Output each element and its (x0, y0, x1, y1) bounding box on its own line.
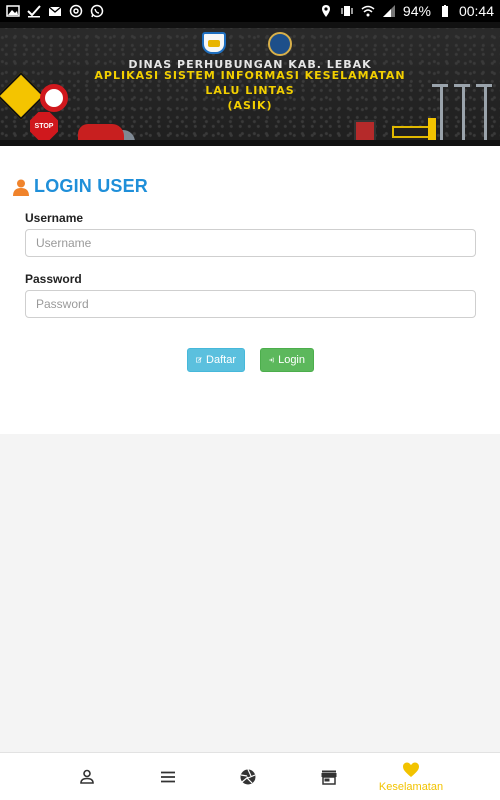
location-icon (319, 4, 333, 18)
whatsapp-icon (90, 4, 104, 18)
road-barrier-illustration (392, 126, 430, 138)
register-button-label: Daftar (206, 354, 236, 366)
nav-store[interactable] (308, 753, 350, 800)
heart-icon (403, 762, 419, 777)
banner-border-top (0, 22, 500, 28)
status-bar: 94% 00:44 (0, 0, 500, 22)
at-sign-icon (69, 4, 83, 18)
gallery-icon (6, 4, 20, 18)
sign-in-icon (269, 357, 274, 363)
login-heading: LOGIN USER (12, 176, 148, 197)
battery-percentage: 94% (402, 3, 431, 19)
dishub-logo (268, 32, 292, 56)
checkmark-icon (27, 4, 41, 18)
wifi-icon (361, 4, 375, 18)
kabupaten-logo (202, 32, 226, 54)
menu-icon (161, 771, 175, 783)
nav-menu[interactable] (147, 753, 189, 800)
vibrate-icon (340, 4, 354, 18)
gmail-icon (48, 4, 62, 18)
battery-icon (438, 4, 452, 18)
street-lamp-illustration (476, 84, 492, 146)
user-icon (12, 178, 30, 196)
nav-gallery[interactable] (227, 753, 269, 800)
notification-icons (6, 4, 104, 18)
username-label: Username (25, 211, 84, 225)
login-button[interactable]: Login (260, 348, 314, 372)
clock: 00:44 (458, 3, 494, 19)
prohibition-sign-illustration (40, 84, 68, 112)
nav-keselamatan-label: Keselamatan (378, 781, 444, 793)
banner-app-abbreviation: (ASIK) (227, 99, 273, 112)
banner-app-name-line2: LALU LINTAS (205, 84, 295, 97)
street-lamp-illustration (432, 84, 448, 146)
signal-icon (382, 4, 396, 18)
login-panel: LOGIN USER Username Password Daftar Logi… (0, 146, 500, 434)
store-icon (321, 770, 337, 785)
password-label: Password (25, 272, 82, 286)
login-button-label: Login (278, 354, 305, 366)
stop-sign-illustration: STOP (30, 112, 58, 140)
nav-keselamatan[interactable]: Keselamatan (372, 753, 450, 800)
edit-icon (196, 357, 202, 363)
header-banner: DINAS PERHUBUNGAN KAB. LEBAK APLIKASI SI… (0, 22, 500, 146)
person-icon (80, 769, 94, 784)
aperture-icon (240, 769, 256, 785)
nav-profile[interactable] (66, 753, 108, 800)
password-input[interactable] (25, 290, 476, 318)
banner-app-name: APLIKASI SISTEM INFORMASI KESELAMATAN (94, 69, 406, 82)
page-title: LOGIN USER (34, 176, 149, 196)
street-lamp-illustration (454, 84, 470, 146)
system-icons: 94% 00:44 (319, 3, 494, 19)
register-button[interactable]: Daftar (187, 348, 245, 372)
username-input[interactable] (25, 229, 476, 257)
bottom-navigation: Keselamatan (0, 752, 500, 800)
